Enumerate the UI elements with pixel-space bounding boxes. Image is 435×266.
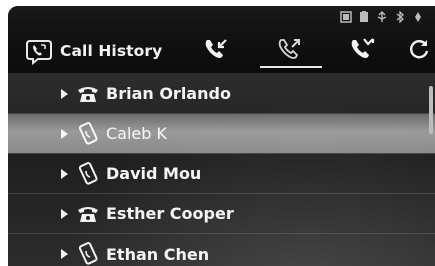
tab-missed-calls[interactable] (344, 28, 382, 74)
refresh-icon (408, 38, 430, 64)
bluetooth-icon (393, 10, 407, 24)
expand-arrow-icon[interactable] (60, 247, 70, 261)
expand-arrow-icon[interactable] (60, 87, 70, 101)
expand-arrow-icon[interactable] (60, 167, 70, 181)
refresh-button[interactable] (404, 28, 434, 74)
usb-icon (375, 10, 389, 24)
tab-incoming-calls[interactable] (198, 28, 236, 74)
list-item[interactable]: Ethan Chen (8, 234, 435, 266)
mobile-phone-icon (76, 242, 100, 266)
tab-outgoing-calls[interactable] (258, 28, 324, 74)
list-item[interactable]: David Mou (8, 154, 435, 194)
contact-name: Ethan Chen (106, 244, 210, 264)
title-bar: Call History (8, 28, 435, 74)
missed-call-icon (350, 37, 376, 65)
phone-screen: Call History Brian Orlando Caleb K David… (8, 6, 435, 266)
call-history-icon (24, 36, 54, 66)
incoming-call-icon (204, 37, 230, 65)
call-history-list: Brian Orlando Caleb K David Mou Esther C… (8, 74, 435, 266)
mobile-phone-icon (76, 121, 100, 146)
mobile-phone-icon (76, 161, 100, 186)
settings-icon (411, 10, 425, 24)
list-item-selected[interactable]: Caleb K (8, 114, 435, 154)
landline-phone-icon (76, 202, 100, 226)
list-item[interactable]: Brian Orlando (8, 74, 435, 114)
status-bar (8, 6, 435, 28)
scrollbar[interactable] (429, 86, 433, 134)
battery-icon (357, 10, 371, 24)
contact-name: Brian Orlando (106, 84, 231, 103)
list-item[interactable]: Esther Cooper (8, 194, 435, 234)
expand-arrow-icon[interactable] (60, 207, 70, 221)
contact-name: Esther Cooper (106, 204, 234, 223)
contact-name: David Mou (106, 164, 202, 183)
contact-name: Caleb K (106, 124, 167, 143)
signal-icon (339, 10, 353, 24)
expand-arrow-icon[interactable] (60, 127, 70, 141)
page-title: Call History (60, 41, 163, 60)
landline-phone-icon (76, 82, 100, 106)
outgoing-call-icon (278, 37, 304, 65)
